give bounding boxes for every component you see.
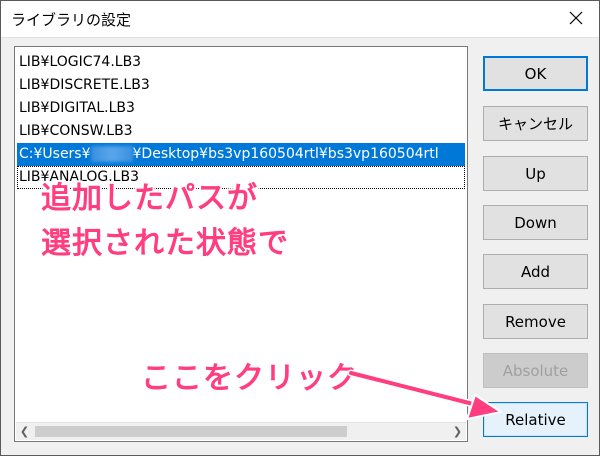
list-item-selected[interactable]: C:¥Users¥ ¥Desktop¥bs3vp160504rtl¥bs3vp16…	[17, 143, 465, 166]
up-button[interactable]: Up	[483, 156, 588, 191]
annotation-click-here: ここをクリック	[141, 361, 358, 396]
horizontal-scrollbar[interactable]: ❮ ❯	[16, 422, 466, 440]
remove-button[interactable]: Remove	[483, 304, 588, 339]
close-icon	[569, 10, 583, 29]
scroll-right-icon[interactable]: ❯	[449, 423, 466, 440]
list-item-label: LIB¥DIGITAL.LB3	[19, 100, 135, 116]
list-item-label: LIB¥DISCRETE.LB3	[19, 77, 150, 93]
relative-button[interactable]: Relative	[483, 402, 588, 437]
close-button[interactable]	[553, 1, 599, 37]
list-item[interactable]: LIB¥LOGIC74.LB3	[17, 51, 465, 74]
cancel-button[interactable]: キャンセル	[483, 106, 588, 141]
window-title: ライブラリの設定	[11, 11, 132, 29]
annotation-line1: 追加したパスが	[41, 181, 258, 216]
list-item[interactable]: LIB¥DISCRETE.LB3	[17, 74, 465, 97]
list-item-label: LIB¥CONSW.LB3	[19, 123, 133, 139]
add-button[interactable]: Add	[483, 254, 588, 289]
list-item-label: LIB¥LOGIC74.LB3	[19, 54, 142, 70]
library-settings-dialog: ライブラリの設定 LIB¥LOGIC74.LB3 LIB¥DISCRETE.LB…	[0, 0, 600, 456]
absolute-button[interactable]: Absolute	[483, 353, 588, 388]
redacted-username	[90, 146, 133, 162]
title-bar: ライブラリの設定	[1, 1, 599, 38]
annotation-line2: 選択された状態で	[41, 226, 289, 261]
list-item[interactable]: LIB¥CONSW.LB3	[17, 120, 465, 143]
path-prefix: C:¥Users¥	[19, 146, 91, 162]
ok-button[interactable]: OK	[483, 56, 588, 91]
scrollbar-thumb[interactable]	[35, 426, 347, 437]
down-button[interactable]: Down	[483, 205, 588, 240]
list-item[interactable]: LIB¥DIGITAL.LB3	[17, 97, 465, 120]
scroll-left-icon[interactable]: ❮	[16, 423, 33, 440]
path-suffix: ¥Desktop¥bs3vp160504rtl¥bs3vp160504rtl	[132, 146, 439, 162]
